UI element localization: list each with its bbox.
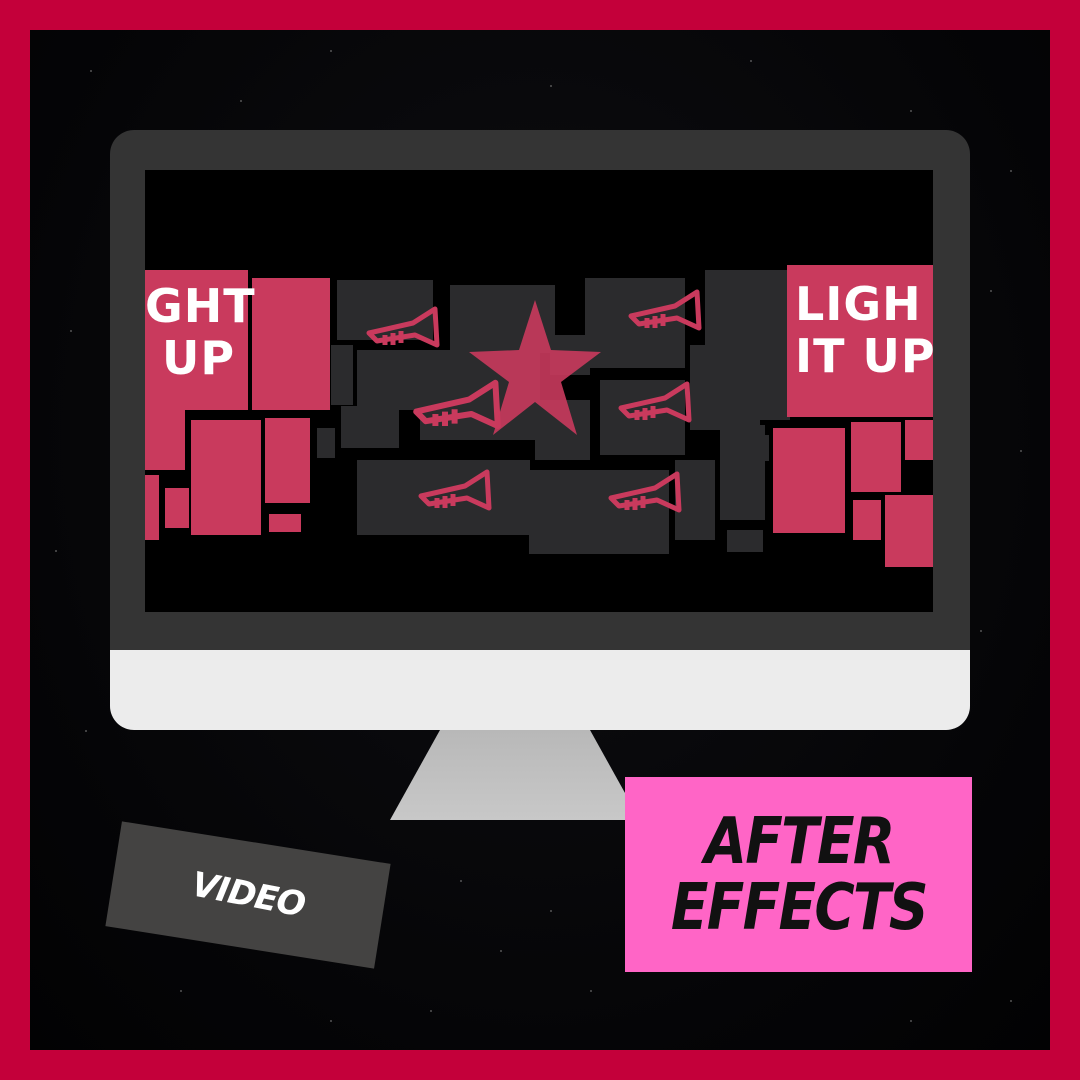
dark-tile <box>341 406 399 448</box>
dark-tile <box>727 530 763 552</box>
dark-tile <box>743 435 769 461</box>
pink-tile <box>905 420 933 460</box>
dark-tile <box>375 380 411 406</box>
pink-tile <box>885 495 933 567</box>
after-effects-badge: AFTER EFFECTS <box>625 777 972 972</box>
pink-tile <box>269 514 301 532</box>
trumpet-icon <box>418 469 492 511</box>
light-it-up-text-left: GHT UP <box>145 279 256 385</box>
pink-tile <box>773 428 845 533</box>
monitor-screen: GHT UP LIGH IT UP <box>145 170 933 612</box>
video-label: VIDEO <box>188 864 308 926</box>
after-effects-line2: EFFECTS <box>670 870 929 945</box>
dark-tile <box>331 345 353 405</box>
pink-tile <box>265 418 310 503</box>
pink-tile <box>165 488 189 528</box>
pink-tile <box>252 278 330 410</box>
dark-tile <box>317 428 335 458</box>
pink-tile <box>853 500 881 540</box>
dark-tile <box>705 270 790 420</box>
monitor-chin <box>110 650 970 730</box>
trumpet-icon <box>608 471 682 513</box>
pink-tile <box>851 422 901 492</box>
light-it-up-text-right: LIGH IT UP <box>795 277 933 383</box>
pink-tile <box>191 420 261 535</box>
trumpet-icon <box>366 306 440 348</box>
after-effects-line1: AFTER <box>703 804 895 879</box>
trumpet-icon <box>628 289 702 331</box>
trumpet-icon <box>618 381 692 423</box>
star-burst-shape <box>469 300 601 435</box>
pink-tile <box>145 475 159 540</box>
pink-tile <box>145 410 185 470</box>
